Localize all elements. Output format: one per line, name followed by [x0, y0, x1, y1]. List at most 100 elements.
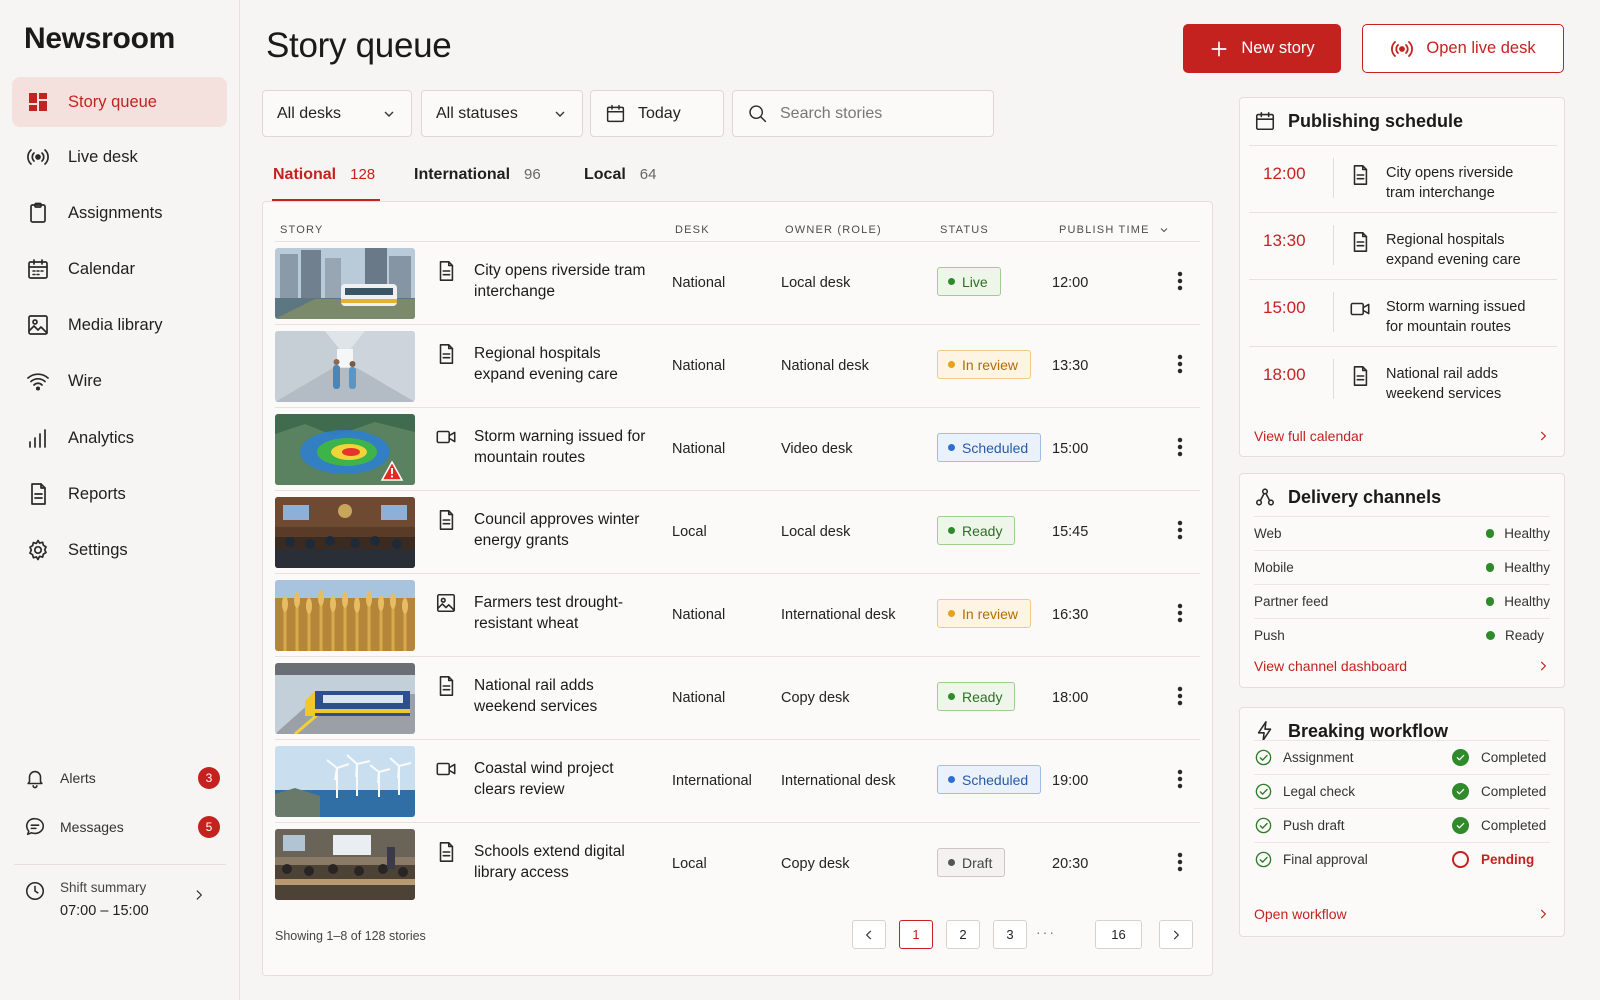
workflow-step-final-approval[interactable]: Final approval Pending: [1254, 842, 1550, 876]
pagination-next-button[interactable]: [1159, 920, 1193, 949]
schedule-item[interactable]: 13:30 Regional hospitals expand evening c…: [1249, 212, 1557, 280]
more-options-icon[interactable]: [1168, 352, 1192, 376]
pagination-page-16[interactable]: 16: [1095, 920, 1142, 949]
pagination-prev-button[interactable]: [852, 920, 886, 949]
story-title[interactable]: National rail adds weekend services: [474, 675, 654, 717]
more-options-icon[interactable]: [1168, 601, 1192, 625]
messages-badge: 5: [198, 816, 220, 838]
sidebar-item-analytics[interactable]: Analytics: [12, 413, 227, 463]
tab-national[interactable]: National 128: [272, 166, 380, 202]
sidebar-item-live-desk[interactable]: Live desk: [12, 132, 227, 182]
story-title[interactable]: Council approves winter energy grants: [474, 509, 654, 551]
sidebar-item-wire[interactable]: Wire: [12, 356, 227, 406]
story-desk: National: [672, 275, 726, 291]
story-thumbnail[interactable]: [275, 663, 415, 734]
table-row[interactable]: Schools extend digital library access Loc…: [275, 822, 1200, 905]
table-row[interactable]: City opens riverside tram interchange Nat…: [275, 241, 1200, 324]
workflow-step-status-label: Completed: [1481, 784, 1547, 799]
sidebar-item-reports[interactable]: Reports: [12, 469, 227, 519]
pagination-page-3[interactable]: 3: [993, 920, 1027, 949]
sidebar: Newsroom Story queue Live desk Assignmen…: [0, 0, 240, 1000]
desk-filter-select[interactable]: All desks: [262, 90, 412, 137]
story-thumbnail[interactable]: [275, 414, 415, 485]
workflow-step-status-label: Completed: [1481, 818, 1547, 833]
date-filter[interactable]: Today: [590, 90, 724, 137]
check-circle-outline-icon: [1255, 783, 1272, 800]
schedule-title: Storm warning issued for mountain routes: [1386, 299, 1526, 335]
chevron-down-icon: [384, 111, 394, 117]
view-channel-dashboard-link[interactable]: View channel dashboard: [1254, 658, 1550, 674]
more-options-icon[interactable]: [1168, 518, 1192, 542]
more-options-icon[interactable]: [1168, 269, 1192, 293]
messages-item[interactable]: Messages 5: [24, 816, 220, 838]
schedule-item[interactable]: 12:00 City opens riverside tram interchan…: [1249, 145, 1557, 213]
sidebar-item-settings[interactable]: Settings: [12, 525, 227, 575]
more-options-icon[interactable]: [1168, 850, 1192, 874]
table-row[interactable]: Council approves winter energy grants Loc…: [275, 490, 1200, 573]
sidebar-item-story-queue[interactable]: Story queue: [12, 77, 227, 127]
pagination-page-2[interactable]: 2: [946, 920, 980, 949]
story-title[interactable]: Storm warning issued for mountain routes: [474, 426, 654, 468]
story-desk: International: [672, 773, 752, 789]
story-thumbnail[interactable]: [275, 746, 415, 817]
sidebar-item-assignments[interactable]: Assignments: [12, 188, 227, 238]
column-header-publish-time[interactable]: PUBLISH TIME: [1059, 224, 1170, 236]
story-thumbnail[interactable]: [275, 829, 415, 900]
bell-icon: [27, 770, 43, 789]
story-title[interactable]: Schools extend digital library access: [474, 841, 654, 883]
tab-count: 64: [639, 166, 657, 183]
shift-summary[interactable]: Shift summary 07:00 – 15:00: [24, 880, 220, 919]
story-title[interactable]: Farmers test drought-resistant wheat: [474, 592, 654, 634]
alerts-item[interactable]: Alerts 3: [24, 767, 220, 789]
channel-web[interactable]: Web Healthy: [1254, 516, 1550, 550]
story-title[interactable]: City opens riverside tram interchange: [474, 260, 654, 302]
open-workflow-link[interactable]: Open workflow: [1254, 906, 1550, 922]
story-title[interactable]: Coastal wind project clears review: [474, 758, 654, 800]
schedule-item[interactable]: 18:00 National rail adds weekend services: [1249, 346, 1557, 414]
status-badge: Scheduled: [937, 765, 1042, 794]
workflow-step-push-draft[interactable]: Push draft Completed: [1254, 808, 1550, 842]
view-full-calendar-link[interactable]: View full calendar: [1254, 428, 1550, 444]
sidebar-item-label: Wire: [68, 371, 102, 390]
channel-partner-feed[interactable]: Partner feed Healthy: [1254, 584, 1550, 618]
workflow-step-assignment[interactable]: Assignment Completed: [1254, 740, 1550, 774]
schedule-item[interactable]: 15:00 Storm warning issued for mountain r…: [1249, 279, 1557, 347]
pagination-ellipsis: ···: [1036, 924, 1056, 940]
table-row[interactable]: Regional hospitals expand evening care Na…: [275, 324, 1200, 407]
story-thumbnail[interactable]: [275, 331, 415, 402]
open-live-desk-button[interactable]: Open live desk: [1362, 24, 1564, 73]
table-row[interactable]: Storm warning issued for mountain routes…: [275, 407, 1200, 490]
more-options-icon[interactable]: [1168, 767, 1192, 791]
tab-local[interactable]: Local 64: [584, 166, 656, 202]
channel-push[interactable]: Push Ready: [1254, 618, 1550, 652]
chevron-left-icon: [865, 930, 872, 939]
schedule-time: 18:00: [1263, 365, 1306, 384]
table-row[interactable]: Farmers test drought-resistant wheat Nati…: [275, 573, 1200, 656]
story-owner: Copy desk: [781, 856, 850, 872]
status-dot: [948, 527, 955, 534]
new-story-button[interactable]: New story: [1183, 24, 1341, 73]
story-title[interactable]: Regional hospitals expand evening care: [474, 343, 654, 385]
pagination-page-1[interactable]: 1: [899, 920, 933, 949]
story-thumbnail[interactable]: [275, 580, 415, 651]
chevron-right-icon: [196, 890, 202, 900]
more-options-icon[interactable]: [1168, 684, 1192, 708]
tab-international[interactable]: International 96: [414, 166, 541, 202]
table-row[interactable]: National rail adds weekend services Natio…: [275, 656, 1200, 739]
story-thumbnail[interactable]: [275, 497, 415, 568]
channel-mobile[interactable]: Mobile Healthy: [1254, 550, 1550, 584]
story-thumbnail[interactable]: [275, 248, 415, 319]
article-icon: [439, 261, 454, 281]
status-label: Ready: [962, 522, 1003, 539]
sidebar-item-media-library[interactable]: Media library: [12, 300, 227, 350]
status-filter-select[interactable]: All statuses: [421, 90, 583, 137]
table-row[interactable]: Coastal wind project clears review Intern…: [275, 739, 1200, 822]
story-owner: Copy desk: [781, 690, 850, 706]
workflow-step-legal-check[interactable]: Legal check Completed: [1254, 774, 1550, 808]
search-input[interactable]: Search stories: [732, 90, 994, 137]
sidebar-item-label: Assignments: [68, 203, 163, 222]
column-header-label: PUBLISH TIME: [1059, 224, 1150, 236]
more-options-icon[interactable]: [1168, 435, 1192, 459]
sidebar-item-calendar[interactable]: Calendar: [12, 244, 227, 294]
status-label: Live: [962, 273, 988, 290]
